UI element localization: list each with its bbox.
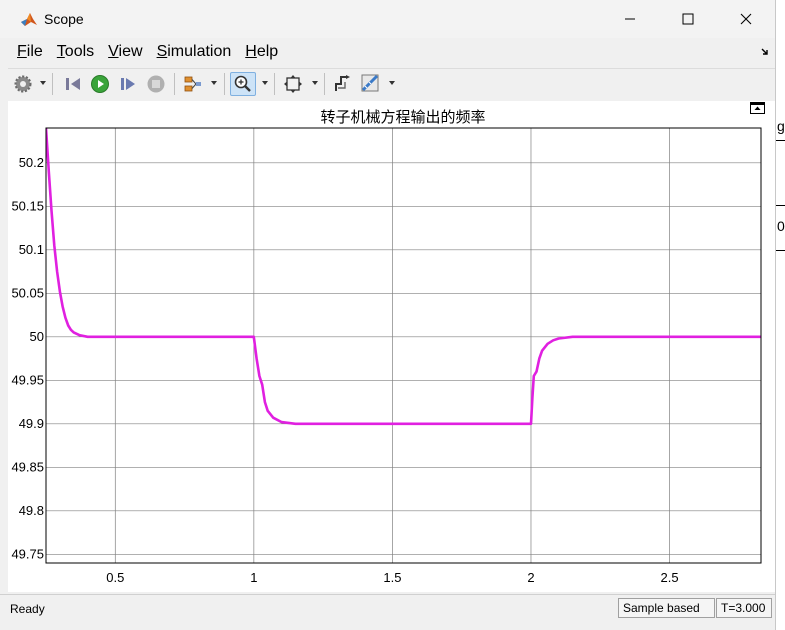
signal-selector-dropdown-arrow[interactable]: [211, 81, 217, 85]
step-back-icon: [66, 78, 80, 90]
run-button[interactable]: [89, 73, 111, 95]
settings-button[interactable]: [12, 73, 34, 95]
fit-axes-button[interactable]: [282, 73, 304, 95]
measurements-dropdown-arrow[interactable]: [389, 81, 395, 85]
menu-simulation[interactable]: Simulation: [157, 43, 232, 61]
plot-area: 0.5 1 1.5 2 2.5 49.75 49.8 49.85 49.9 49.95 50 50.0…: [8, 101, 776, 592]
chart-title: 转子机械方程输出的频率: [320, 108, 485, 126]
menu-tools-rest: ools: [64, 43, 95, 60]
stop-button[interactable]: [145, 73, 167, 95]
y-tick-label: 49.75: [11, 546, 44, 561]
background-line-right-3: [776, 250, 785, 251]
zoom-dropdown-arrow[interactable]: [262, 81, 268, 85]
maximize-icon: [682, 13, 694, 25]
toolbar-separator: [274, 73, 275, 95]
y-tick-label: 50.2: [19, 155, 44, 170]
matlab-logo-icon: [21, 13, 37, 26]
background-text-right-mid: 0: [777, 218, 785, 234]
sample-mode-indicator: Sample based: [618, 598, 715, 618]
menu-simulation-rest: imulation: [167, 43, 232, 60]
y-tick-label: 50.15: [11, 198, 44, 213]
background-line-right: [776, 140, 785, 141]
status-ready: Ready: [10, 602, 45, 616]
menu-file-rest: ile: [26, 43, 43, 60]
menu-view-rest: iew: [118, 43, 143, 60]
y-tick-label: 49.8: [19, 503, 44, 518]
signal-selector-button[interactable]: [182, 73, 204, 95]
menu-view-mnemonic: V: [108, 43, 119, 60]
triggers-icon: [335, 75, 350, 91]
stop-icon: [147, 75, 165, 93]
close-button[interactable]: [718, 0, 774, 38]
menu-simulation-mnemonic: S: [156, 43, 168, 60]
triggers-button[interactable]: [332, 73, 354, 95]
axes-frame: [45, 127, 762, 564]
x-tick-label: 2: [527, 570, 534, 585]
y-tick-label: 49.85: [11, 459, 44, 474]
menu-help[interactable]: Help: [245, 43, 278, 61]
dock-arrow-icon[interactable]: [760, 47, 770, 57]
measurements-button[interactable]: [360, 73, 382, 95]
menu-tools[interactable]: Tools: [57, 43, 94, 61]
toolbar-separator: [324, 73, 325, 95]
x-tick-label: 1: [250, 570, 257, 585]
signal-selector-icon: [184, 76, 201, 92]
run-icon: [91, 75, 109, 93]
minimize-button[interactable]: [602, 0, 658, 38]
step-forward-button[interactable]: [117, 73, 139, 95]
background-line-right-2: [776, 205, 785, 206]
fit-axes-dropdown-arrow[interactable]: [312, 81, 318, 85]
close-icon: [740, 13, 752, 25]
x-tick-label: 0.5: [106, 570, 124, 585]
menu-file-mnemonic: F: [17, 43, 27, 60]
x-tick-label: 1.5: [383, 570, 401, 585]
maximize-button[interactable]: [660, 0, 716, 38]
toolbar-separator: [224, 73, 225, 95]
frequency-trace: [46, 128, 761, 426]
settings-dropdown-arrow[interactable]: [40, 81, 46, 85]
menu-help-mnemonic: H: [245, 43, 257, 60]
y-tick-label: 50: [30, 329, 44, 344]
menu-tools-mnemonic: T: [56, 43, 65, 60]
menu-bar: File Tools View Simulation Help: [0, 38, 775, 66]
menu-help-rest: elp: [256, 43, 279, 60]
y-tick-label: 49.95: [11, 372, 44, 387]
y-tick-label: 50.1: [19, 242, 44, 257]
y-tick-label: 50.05: [11, 285, 44, 300]
measurements-icon: [361, 74, 379, 92]
scope-window: Scope File Tools View Simulation Help 0.…: [0, 0, 776, 630]
menu-file[interactable]: File: [17, 43, 43, 61]
toolbar-separator: [52, 73, 53, 95]
window-title: Scope: [44, 11, 84, 27]
minimize-icon: [625, 18, 635, 20]
x-tick-label: 2.5: [661, 570, 679, 585]
toolbar: [8, 68, 775, 102]
sim-time-indicator: T=3.000: [716, 598, 772, 618]
step-back-button[interactable]: [62, 73, 84, 95]
background-panel-right: [776, 0, 785, 630]
frequency-chart[interactable]: 0.5 1 1.5 2 2.5 49.75 49.8 49.85 49.9 49.95 50 50.0…: [8, 101, 776, 592]
gear-icon: [14, 75, 32, 93]
zoom-button[interactable]: [230, 72, 256, 96]
fit-axes-icon: [284, 75, 302, 93]
status-bar: Ready Sample based T=3.000: [0, 594, 775, 623]
step-forward-icon: [121, 78, 135, 90]
menu-view[interactable]: View: [108, 43, 142, 61]
title-bar: Scope: [0, 0, 775, 38]
undock-axes-icon[interactable]: [750, 102, 765, 114]
background-text-right-top: g: [777, 118, 785, 134]
y-tick-label: 49.9: [19, 416, 44, 431]
zoom-icon: [234, 75, 251, 92]
toolbar-separator: [174, 73, 175, 95]
